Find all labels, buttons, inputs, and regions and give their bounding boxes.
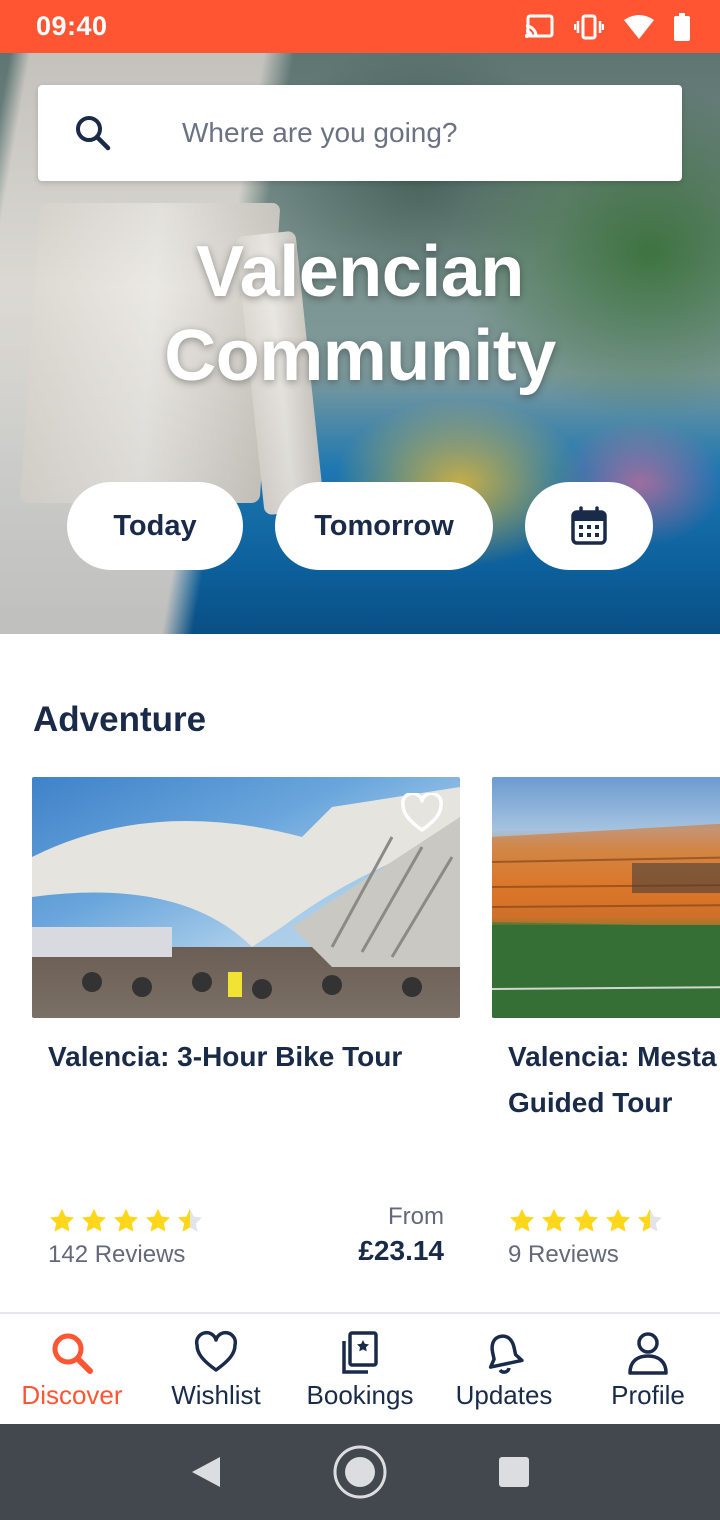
nav-label: Profile: [611, 1380, 685, 1410]
star-icon: [573, 1208, 599, 1232]
back-icon[interactable]: [190, 1455, 222, 1489]
star-icon: [605, 1208, 631, 1232]
activity-image: [492, 777, 720, 1018]
star-icon: [541, 1208, 567, 1232]
activity-card[interactable]: Valencia: Mesta Guided Tour 9 Reviews: [492, 777, 720, 1268]
nav-bookings[interactable]: Bookings: [288, 1314, 432, 1424]
destination-title: Valencian Community: [164, 232, 556, 396]
wifi-icon: [624, 14, 654, 39]
wishlist-button[interactable]: [400, 791, 444, 835]
star-icon: [145, 1208, 171, 1232]
status-icons: [524, 12, 690, 41]
star-icon: [81, 1208, 107, 1232]
star-rating: [48, 1207, 204, 1235]
price-prefix: From: [388, 1203, 444, 1230]
home-icon[interactable]: [332, 1444, 388, 1500]
search-icon: [52, 1333, 93, 1374]
nav-label: Wishlist: [171, 1380, 261, 1410]
nav-profile[interactable]: Profile: [576, 1314, 720, 1424]
stadium-illustration: [492, 823, 720, 1018]
star-rating: [508, 1207, 664, 1235]
battery-icon: [674, 12, 690, 41]
today-button[interactable]: Today: [67, 482, 243, 570]
nav-label: Updates: [455, 1380, 553, 1410]
activity-card[interactable]: Valencia: 3-Hour Bike Tour 142 Reviews F…: [32, 777, 460, 1268]
status-time: 09:40: [36, 11, 108, 41]
heart-icon: [194, 1330, 238, 1372]
search-icon: [38, 113, 148, 153]
system-navigation-bar: [0, 1424, 720, 1520]
activity-image: [32, 777, 460, 1018]
tomorrow-button[interactable]: Tomorrow: [275, 482, 493, 570]
calendar-icon: [571, 506, 607, 545]
recents-icon[interactable]: [498, 1456, 530, 1488]
nav-label: Bookings: [306, 1380, 414, 1410]
review-count: 9 Reviews: [508, 1241, 619, 1268]
rating: 9 Reviews: [508, 1207, 664, 1269]
calendar-button[interactable]: [525, 482, 653, 570]
star-icon: [49, 1208, 75, 1232]
bottom-navigation: Discover Wishlist Bookings Updates Profi…: [0, 1312, 720, 1424]
rating: 142 Reviews: [48, 1207, 204, 1269]
heart-icon: [401, 793, 443, 832]
search-bar[interactable]: [38, 85, 682, 181]
activity-title: Valencia: 3-Hour Bike Tour: [48, 1041, 403, 1072]
half-star-icon: [177, 1208, 203, 1232]
vibrate-icon: [574, 14, 604, 39]
activity-title: Valencia: Mesta Guided Tour: [492, 1034, 720, 1126]
price-value: £23.14: [358, 1235, 444, 1266]
nav-label: Discover: [21, 1380, 123, 1410]
bell-icon: [488, 1334, 524, 1374]
price: From £23.14: [358, 1203, 444, 1267]
half-star-icon: [637, 1208, 663, 1232]
status-bar: 09:40: [0, 0, 720, 53]
section-title: Adventure: [33, 700, 207, 739]
search-input[interactable]: [182, 117, 662, 149]
ticket-icon: [342, 1331, 378, 1374]
person-icon: [628, 1332, 668, 1375]
star-icon: [509, 1208, 535, 1232]
nav-discover[interactable]: Discover: [0, 1314, 144, 1424]
activity-title-line: Guided Tour: [508, 1087, 673, 1118]
star-icon: [113, 1208, 139, 1232]
cast-icon: [525, 14, 554, 38]
nav-updates[interactable]: Updates: [432, 1314, 576, 1424]
activity-title-line: Valencia: Mesta: [508, 1041, 717, 1072]
nav-wishlist[interactable]: Wishlist: [144, 1314, 288, 1424]
bike-tour-illustration: [32, 787, 460, 999]
review-count: 142 Reviews: [48, 1241, 186, 1268]
